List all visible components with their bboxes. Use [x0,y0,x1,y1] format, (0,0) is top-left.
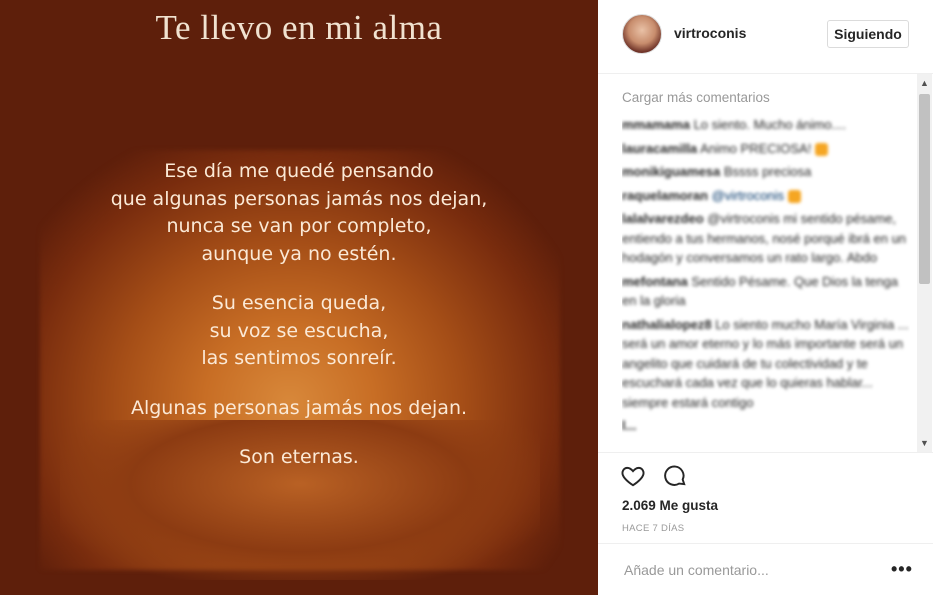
comment-item: l... [622,416,910,436]
comments-scrollbar[interactable]: ▲ ▼ [917,74,932,452]
poem-line: aunque ya no estén. [201,242,397,265]
comment-text: Bssss preciosa [723,164,812,179]
post-timestamp: HACE 7 DÍAS [622,523,685,534]
comment-item: lauracamilla Animo PRECIOSA! [622,139,910,159]
post-view: Te llevo en mi alma Ese día me quedé pen… [0,0,933,595]
comment-username[interactable]: mmamama [622,117,690,132]
comment-item: monikiguamesa Bssss preciosa [622,162,910,182]
comment-username[interactable]: nathalialopez8 [622,317,712,332]
comment-item: lalalvarezdeo @virtroconis mi sentido pé… [622,209,910,268]
add-comment-input[interactable] [622,559,866,581]
scroll-down-arrow-icon[interactable]: ▼ [917,436,932,450]
comment-username[interactable]: mefontana [622,274,688,289]
post-image[interactable]: Te llevo en mi alma Ese día me quedé pen… [0,0,598,595]
comment-username[interactable]: lalalvarezdeo [622,211,704,226]
comment-text: Lo siento. Mucho ánimo.... [693,117,847,132]
heart-icon[interactable] [620,463,646,489]
poem-stanza: Son eternas. [0,444,598,472]
poem-title: Te llevo en mi alma [155,8,443,47]
poem-line: que algunas personas jamás nos dejan, [110,187,488,210]
emoji-icon [814,142,828,156]
comment-username[interactable]: monikiguamesa [622,164,720,179]
comment-item: mefontana Sentido Pésame. Que Dios la te… [622,272,910,311]
poem-stanza: Su esencia queda, su voz se escucha, las… [0,290,598,373]
scroll-up-arrow-icon[interactable]: ▲ [917,76,932,90]
comment-item: raquelamoran @virtroconis [622,186,910,206]
poem-line: nunca se van por completo, [166,215,432,237]
comments-list: Cargar más comentarios mmamama Lo siento… [622,90,910,450]
comment-bubble-icon[interactable] [662,463,688,489]
post-actions: 2.069 Me gusta HACE 7 DÍAS [598,452,933,543]
poem-line: las sentimos sonreír. [201,347,397,369]
more-options-icon[interactable]: ••• [891,559,913,580]
comment-item: nathalialopez8 Lo siento mucho María Vir… [622,315,910,413]
poem-line: Su esencia queda, [211,292,387,314]
comment-item: mmamama Lo siento. Mucho ánimo.... [622,115,910,135]
load-more-comments-link[interactable]: Cargar más comentarios [622,90,910,105]
following-button[interactable]: Siguiendo [827,20,909,48]
poem-line: Son eternas. [239,446,359,468]
poem-line: Algunas personas jamás nos dejan. [130,396,468,419]
comment-username[interactable]: raquelamoran [622,188,708,203]
poem-stanza: Ese día me quedé pensando que algunas pe… [0,158,598,268]
poem-line: Ese día me quedé pensando [164,160,434,182]
post-sidebar: virtroconis Siguiendo Cargar más comenta… [598,0,933,595]
comment-mention[interactable]: @virtroconis [712,188,784,203]
emoji-icon [787,189,801,203]
comment-username[interactable]: lauracamilla [622,141,697,156]
comment-text: Animo PRECIOSA! [700,140,812,156]
add-comment-bar: ••• [598,543,933,596]
avatar[interactable] [622,14,662,54]
comment-username[interactable]: l... [622,418,636,433]
poem-stanza: Algunas personas jamás nos dejan. [0,395,598,423]
likes-count[interactable]: 2.069 Me gusta [622,498,718,513]
post-header: virtroconis Siguiendo [598,0,933,74]
scrollbar-thumb[interactable] [919,94,930,284]
poem-text: Ese día me quedé pensando que algunas pe… [0,158,598,494]
username-link[interactable]: virtroconis [674,25,746,41]
poem-line: su voz se escucha, [209,319,389,342]
